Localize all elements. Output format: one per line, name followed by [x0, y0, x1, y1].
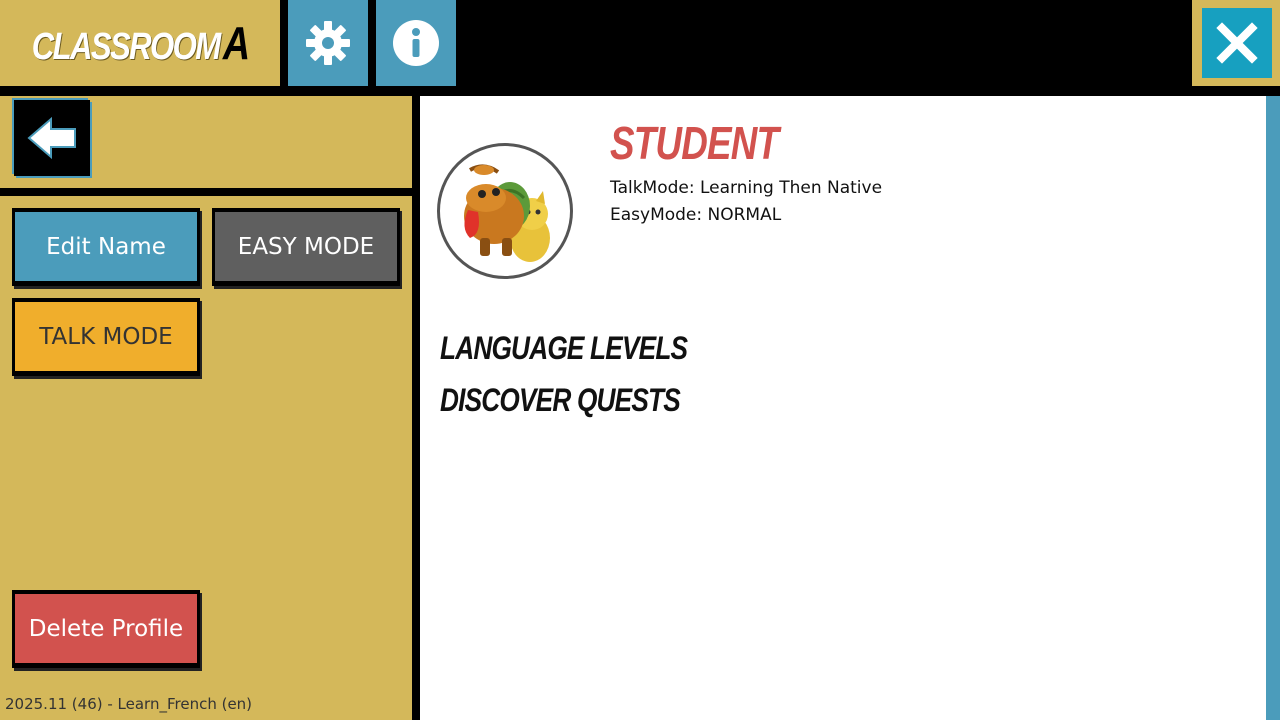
back-button[interactable] — [14, 100, 90, 176]
gear-icon — [306, 21, 350, 65]
avatar — [437, 143, 573, 279]
delete-profile-button[interactable]: Delete Profile — [12, 590, 200, 668]
info-icon — [393, 20, 439, 66]
classroom-title-text: CLASSROOM — [31, 26, 221, 68]
classroom-title: CLASSROOMA — [31, 16, 250, 70]
edit-name-label: Edit Name — [46, 233, 166, 260]
easy-mode-label: EASY MODE — [237, 233, 375, 260]
close-icon — [1216, 22, 1258, 64]
scroll-edge — [1266, 96, 1280, 720]
info-button[interactable] — [376, 0, 456, 86]
settings-button[interactable] — [288, 0, 368, 86]
edit-name-button[interactable]: Edit Name — [12, 208, 200, 286]
talk-mode-status: TalkMode: Learning Then Native — [610, 178, 883, 198]
close-button-frame — [1192, 0, 1280, 86]
classroom-letter: A — [222, 17, 250, 69]
header-separator — [0, 86, 1280, 96]
version-info: 2025.11 (46) - Learn_French (en) — [5, 695, 253, 713]
delete-profile-label: Delete Profile — [28, 615, 184, 642]
panel-divider — [412, 86, 420, 720]
character-avatar-icon — [464, 164, 550, 262]
close-button[interactable] — [1202, 8, 1272, 78]
talk-mode-label: TALK MODE — [39, 323, 173, 350]
language-levels-link[interactable]: LANGUAGE LEVELS — [440, 330, 688, 367]
arrow-left-icon — [27, 116, 76, 160]
easy-mode-button[interactable]: EASY MODE — [212, 208, 400, 286]
talk-mode-button[interactable]: TALK MODE — [12, 298, 200, 376]
back-row-divider — [0, 188, 412, 196]
discover-quests-link[interactable]: DISCOVER QUESTS — [440, 382, 681, 419]
profile-name: STUDENT — [610, 117, 779, 169]
classroom-title-box: CLASSROOMA — [0, 0, 280, 86]
easy-mode-status: EasyMode: NORMAL — [610, 205, 782, 225]
